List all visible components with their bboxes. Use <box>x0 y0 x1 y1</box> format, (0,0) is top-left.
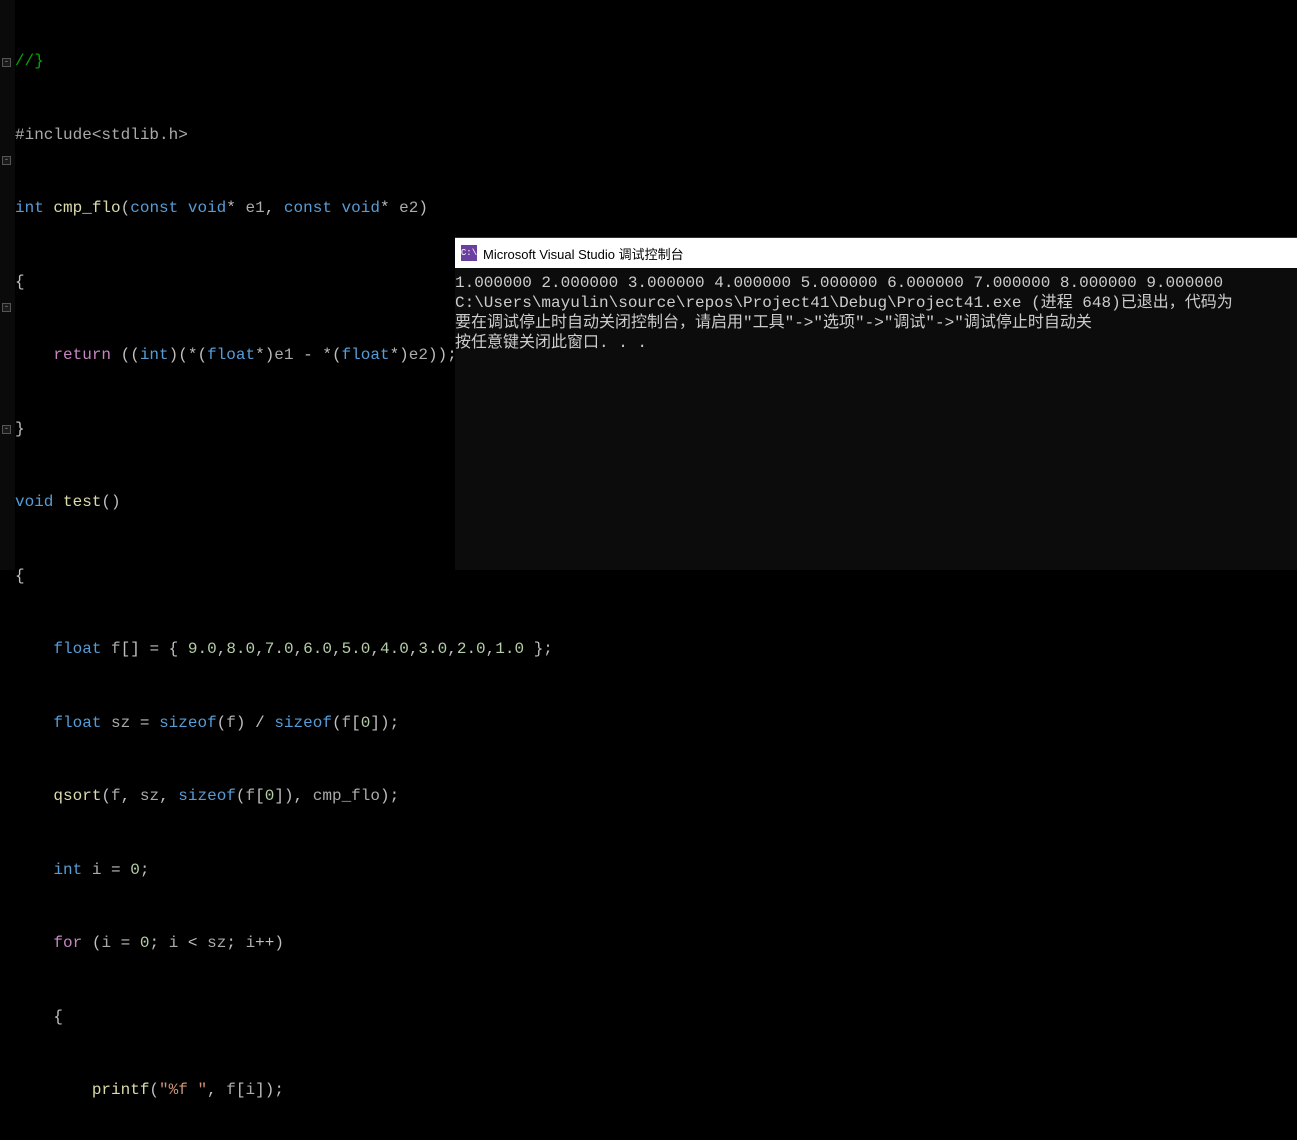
code-content[interactable]: //} #include<stdlib.h> int cmp_flo(const… <box>0 0 1297 1140</box>
for-stmt: for (i = 0; i < sz; i++) <box>15 934 284 952</box>
function-name: test <box>63 493 101 511</box>
fold-toggle[interactable]: - <box>2 303 11 312</box>
comment: //} <box>15 52 44 70</box>
console-icon: C:\ <box>461 245 477 261</box>
code-line[interactable]: int cmp_flo(const void* e1, const void* … <box>15 196 1297 221</box>
params: (const void* e1, const void* e2) <box>121 199 428 217</box>
gutter: - - - - <box>0 0 15 570</box>
code-line[interactable]: int i = 0; <box>15 858 1297 883</box>
keyword: void <box>15 493 53 511</box>
call: printf("%f ", f[i]); <box>15 1081 284 1099</box>
call: qsort(f, sz, sizeof(f[0]), cmp_flo); <box>15 787 399 805</box>
code-line[interactable]: #include<stdlib.h> <box>15 123 1297 148</box>
console-line: 要在调试停止时自动关闭控制台，请启用"工具"->"选项"->"调试"->"调试停… <box>455 313 1297 333</box>
code-line[interactable]: { <box>15 1005 1297 1030</box>
decl: float sz = sizeof(f) / sizeof(f[0]); <box>15 714 399 732</box>
include-path: <stdlib.h> <box>92 126 188 144</box>
brace: } <box>15 420 25 438</box>
parens: () <box>101 493 120 511</box>
console-line: C:\Users\mayulin\source\repos\Project41\… <box>455 293 1297 313</box>
function-name: cmp_flo <box>53 199 120 217</box>
console-line: 按任意键关闭此窗口. . . <box>455 333 1297 353</box>
brace: { <box>15 567 25 585</box>
code-line[interactable]: qsort(f, sz, sizeof(f[0]), cmp_flo); <box>15 784 1297 809</box>
console-output[interactable]: 1.000000 2.000000 3.000000 4.000000 5.00… <box>455 268 1297 353</box>
keyword: int <box>15 199 44 217</box>
fold-toggle[interactable]: - <box>2 156 11 165</box>
brace: { <box>15 273 25 291</box>
fold-toggle[interactable]: - <box>2 58 11 67</box>
decl: float f[] = { 9.0,8.0,7.0,6.0,5.0,4.0,3.… <box>15 640 553 658</box>
console-line: 1.000000 2.000000 3.000000 4.000000 5.00… <box>455 273 1297 293</box>
code-line[interactable]: float sz = sizeof(f) / sizeof(f[0]); <box>15 711 1297 736</box>
code-line[interactable]: //} <box>15 49 1297 74</box>
code-line[interactable]: printf("%f ", f[i]); <box>15 1078 1297 1103</box>
debug-console-window[interactable]: C:\ Microsoft Visual Studio 调试控制台 1.0000… <box>455 237 1297 570</box>
code-line[interactable]: float f[] = { 9.0,8.0,7.0,6.0,5.0,4.0,3.… <box>15 637 1297 662</box>
console-title-text: Microsoft Visual Studio 调试控制台 <box>483 244 684 263</box>
code-line[interactable]: for (i = 0; i < sz; i++) <box>15 931 1297 956</box>
preprocessor: #include <box>15 126 92 144</box>
return-stmt: return ((int)(*(float*)e1 - *(float*)e2)… <box>15 346 457 364</box>
decl: int i = 0; <box>15 861 149 879</box>
console-titlebar[interactable]: C:\ Microsoft Visual Studio 调试控制台 <box>455 238 1297 268</box>
brace: { <box>53 1008 63 1026</box>
fold-toggle[interactable]: - <box>2 425 11 434</box>
